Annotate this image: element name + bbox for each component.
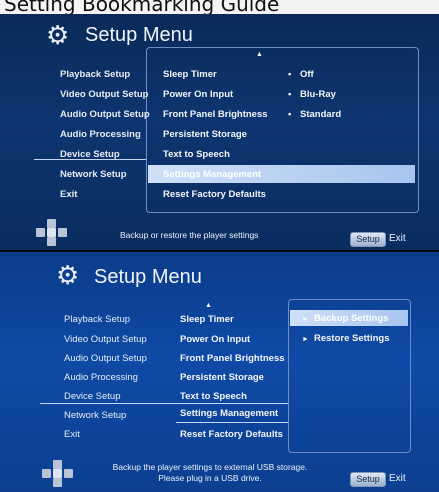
submenu-restore-settings[interactable]: ► Restore Settings bbox=[302, 333, 390, 344]
setup-menu-screen-2: ⚙ Setup Menu ▲ Playback Setup Video Outp… bbox=[0, 252, 439, 492]
option-persistent-storage[interactable]: Persistent Storage bbox=[180, 372, 264, 383]
option-power-on-input[interactable]: Power On Input bbox=[163, 89, 233, 100]
hint-text: Backup or restore the player settings bbox=[120, 230, 259, 240]
play-marker-icon: ► bbox=[302, 316, 309, 323]
dpad-icon bbox=[36, 219, 68, 247]
selection-line bbox=[40, 403, 180, 404]
setup-button[interactable]: Setup bbox=[350, 472, 386, 487]
option-reset-factory-defaults[interactable]: Reset Factory Defaults bbox=[180, 429, 283, 440]
menu-item-video-output-setup[interactable]: Video Output Setup bbox=[60, 89, 149, 100]
menu-item-playback-setup[interactable]: Playback Setup bbox=[60, 69, 130, 80]
option-text-to-speech[interactable]: Text to Speech bbox=[163, 149, 230, 160]
gear-icon: ⚙ bbox=[46, 20, 70, 50]
menu-item-audio-output-setup[interactable]: Audio Output Setup bbox=[60, 109, 150, 120]
menu-item-playback-setup[interactable]: Playback Setup bbox=[64, 314, 130, 325]
dpad-icon bbox=[42, 460, 74, 488]
option-sleep-timer[interactable]: Sleep Timer bbox=[180, 314, 234, 325]
menu-item-network-setup[interactable]: Network Setup bbox=[60, 169, 127, 180]
setup-menu-screen-1: ⚙ Setup Menu ▲ Playback Setup Video Outp… bbox=[0, 14, 439, 250]
hint-text-line-1: Backup the player settings to external U… bbox=[112, 462, 308, 472]
setup-button[interactable]: Setup bbox=[350, 232, 386, 247]
scroll-up-arrow-icon[interactable]: ▲ bbox=[256, 51, 263, 58]
play-marker-icon: ► bbox=[302, 336, 309, 343]
menu-item-device-setup[interactable]: Device Setup bbox=[64, 391, 121, 402]
option-persistent-storage[interactable]: Persistent Storage bbox=[163, 129, 247, 140]
gear-icon: ⚙ bbox=[56, 260, 80, 290]
selection-line-top bbox=[176, 403, 288, 404]
menu-item-exit[interactable]: Exit bbox=[60, 189, 77, 200]
selection-line-bottom bbox=[176, 422, 288, 423]
scroll-up-arrow-icon[interactable]: ▲ bbox=[205, 302, 212, 309]
menu-item-exit[interactable]: Exit bbox=[64, 429, 80, 440]
option-power-on-input[interactable]: Power On Input bbox=[180, 334, 250, 345]
selection-line bbox=[34, 159, 146, 160]
page-title: Setup Menu bbox=[94, 266, 202, 288]
caption-text: Setting Bookmarking Guide bbox=[4, 0, 280, 14]
menu-item-network-setup[interactable]: Network Setup bbox=[64, 410, 126, 421]
menu-item-audio-processing[interactable]: Audio Processing bbox=[60, 129, 141, 140]
exit-label: Exit bbox=[389, 473, 406, 484]
hint-text-line-2: Please plug in a USB drive. bbox=[158, 473, 262, 483]
option-sleep-timer[interactable]: Sleep Timer bbox=[163, 69, 217, 80]
submenu-backup-settings[interactable]: ► Backup Settings bbox=[302, 313, 388, 324]
option-settings-management[interactable]: Settings Management bbox=[180, 408, 278, 419]
menu-item-audio-output-setup[interactable]: Audio Output Setup bbox=[64, 353, 147, 364]
option-front-panel-brightness[interactable]: Front Panel Brightness bbox=[180, 353, 285, 364]
menu-item-video-output-setup[interactable]: Video Output Setup bbox=[64, 334, 147, 345]
caption-strip: Setting Bookmarking Guide bbox=[0, 0, 439, 14]
menu-item-audio-processing[interactable]: Audio Processing bbox=[64, 372, 138, 383]
option-front-panel-brightness[interactable]: Front Panel Brightness bbox=[163, 109, 268, 120]
value-power-on-input: • Blu-Ray bbox=[288, 89, 336, 100]
option-reset-factory-defaults[interactable]: Reset Factory Defaults bbox=[163, 189, 266, 200]
value-sleep-timer: • Off bbox=[288, 69, 314, 80]
option-settings-management[interactable]: Settings Management bbox=[163, 169, 261, 180]
exit-label: Exit bbox=[389, 233, 406, 244]
value-front-panel-brightness: • Standard bbox=[288, 109, 342, 120]
option-text-to-speech[interactable]: Text to Speech bbox=[180, 391, 247, 402]
page-title: Setup Menu bbox=[85, 24, 193, 46]
